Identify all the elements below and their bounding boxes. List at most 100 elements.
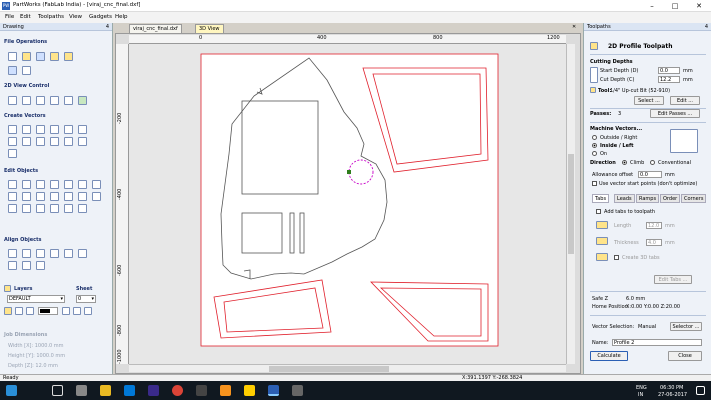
align-top-icon[interactable] <box>50 249 59 258</box>
create-3d-tabs-checkbox[interactable] <box>614 255 619 260</box>
start-depth-input[interactable]: 0.0 <box>658 67 680 74</box>
minimize-button[interactable]: – <box>641 0 663 12</box>
outside-right-radio[interactable] <box>592 135 597 140</box>
align-v-center-icon[interactable] <box>8 261 17 270</box>
open-file-icon[interactable] <box>22 52 31 61</box>
menu-help[interactable]: Help <box>115 14 128 20</box>
zoom-box-icon[interactable] <box>8 96 17 105</box>
fillet-icon[interactable] <box>64 137 73 146</box>
pin-icon[interactable]: 4 <box>705 23 708 31</box>
intersect-icon[interactable] <box>50 192 59 201</box>
break-icon[interactable] <box>64 204 73 213</box>
sheet-select[interactable]: 0 ▾ <box>76 295 96 303</box>
layer-manager-icon[interactable] <box>62 307 70 315</box>
tab-close-icon[interactable]: ✕ <box>572 24 576 30</box>
add-tabs-checkbox[interactable] <box>596 209 601 214</box>
job-setup-icon[interactable] <box>22 66 31 75</box>
file-explorer-icon[interactable] <box>100 385 111 396</box>
weld-icon[interactable] <box>22 192 31 201</box>
climb-radio[interactable] <box>622 160 627 165</box>
pin-icon[interactable]: 4 <box>106 23 109 31</box>
array-copy-icon[interactable] <box>8 204 17 213</box>
space-v-icon[interactable] <box>36 261 45 270</box>
on-radio[interactable] <box>592 151 597 156</box>
task-view-icon[interactable] <box>76 385 87 396</box>
draw-rectangle-icon[interactable] <box>64 125 73 134</box>
illustrator-icon[interactable] <box>220 385 231 396</box>
offset-vectors-icon[interactable] <box>50 137 59 146</box>
menu-toolpaths[interactable]: Toolpaths <box>38 14 64 20</box>
rotate-icon[interactable] <box>50 180 59 189</box>
draw-polygon-icon[interactable] <box>78 125 87 134</box>
close-button[interactable]: ✕ <box>688 0 710 12</box>
save-icon[interactable] <box>36 52 45 61</box>
menu-view[interactable]: View <box>69 14 82 20</box>
folder-icon[interactable] <box>244 385 255 396</box>
allowance-input[interactable]: 0.0 <box>638 171 662 178</box>
move-icon[interactable] <box>22 180 31 189</box>
tab-3d-view[interactable]: 3D View <box>195 24 224 33</box>
node-edit-icon[interactable] <box>8 149 17 158</box>
dogbone-icon[interactable] <box>78 137 87 146</box>
menu-file[interactable]: File <box>5 14 14 20</box>
vertical-scrollbar[interactable] <box>566 44 575 364</box>
edge-icon[interactable] <box>124 385 135 396</box>
toolpath-name-input[interactable]: Profile 2 <box>612 339 702 346</box>
mirror-icon[interactable] <box>64 180 73 189</box>
draw-ellipse-icon[interactable] <box>50 125 59 134</box>
align-right-icon[interactable] <box>36 249 45 258</box>
cut-depth-input[interactable]: 12.2 <box>658 76 680 83</box>
import-icon[interactable] <box>50 52 59 61</box>
horizontal-scroll-thumb[interactable] <box>269 366 389 372</box>
curve-fit-icon[interactable] <box>36 204 45 213</box>
export-icon[interactable] <box>8 66 17 75</box>
close-panel-button[interactable]: Close <box>668 351 702 361</box>
snap-grid-icon[interactable] <box>78 96 87 105</box>
partworks-taskbar-icon[interactable] <box>268 385 279 396</box>
photoshop-icon[interactable] <box>148 385 159 396</box>
edit-passes-button[interactable]: Edit Passes ... <box>650 109 700 118</box>
select-icon[interactable] <box>8 180 17 189</box>
zoom-all-icon[interactable] <box>50 96 59 105</box>
draw-circle-icon[interactable] <box>36 125 45 134</box>
search-icon[interactable] <box>52 385 63 396</box>
notifications-icon[interactable] <box>696 386 705 395</box>
nesting-icon[interactable] <box>92 192 101 201</box>
zoom-out-icon[interactable] <box>36 96 45 105</box>
app-icon[interactable] <box>292 385 303 396</box>
subtab-order[interactable]: Order <box>660 194 681 203</box>
group-icon[interactable] <box>92 180 101 189</box>
subtab-ramps[interactable]: Ramps <box>636 194 660 203</box>
extend-icon[interactable] <box>78 204 87 213</box>
folder-icon[interactable] <box>64 52 73 61</box>
subtab-corners[interactable]: Corners <box>681 194 707 203</box>
calculate-button[interactable]: Calculate <box>590 351 628 361</box>
thickness-input[interactable]: 4.0 <box>646 239 662 246</box>
drawing-canvas[interactable] <box>129 44 566 364</box>
maximize-button[interactable]: □ <box>664 0 686 12</box>
align-h-center-icon[interactable] <box>78 249 87 258</box>
align-center-icon[interactable] <box>8 249 17 258</box>
tab-document[interactable]: viraj_cnc_final.dxf <box>129 24 182 33</box>
scale-icon[interactable] <box>36 180 45 189</box>
conventional-radio[interactable] <box>650 160 655 165</box>
layer-select[interactable]: DEFAULT ▾ <box>7 295 65 303</box>
ungroup-icon[interactable] <box>8 192 17 201</box>
language-indicator[interactable]: ENG <box>636 385 647 391</box>
clock-time[interactable]: 06:30 PM <box>660 385 683 391</box>
selector-button[interactable]: Selector ... <box>670 322 702 331</box>
smooth-icon[interactable] <box>50 204 59 213</box>
subtab-leads[interactable]: Leads <box>614 194 635 203</box>
sheet-prev-icon[interactable] <box>73 307 81 315</box>
length-input[interactable]: 12.0 <box>646 222 662 229</box>
horizontal-scrollbar[interactable] <box>129 364 566 372</box>
subtab-tabs[interactable]: Tabs <box>592 194 610 203</box>
chrome-icon[interactable] <box>172 385 183 396</box>
distort-icon[interactable] <box>78 180 87 189</box>
edit-tool-button[interactable]: Edit ... <box>670 96 700 105</box>
join-vectors-icon[interactable] <box>64 192 73 201</box>
vertical-scroll-thumb[interactable] <box>568 154 574 254</box>
menu-edit[interactable]: Edit <box>20 14 31 20</box>
draw-star-icon[interactable] <box>8 137 17 146</box>
sheet-next-icon[interactable] <box>84 307 92 315</box>
